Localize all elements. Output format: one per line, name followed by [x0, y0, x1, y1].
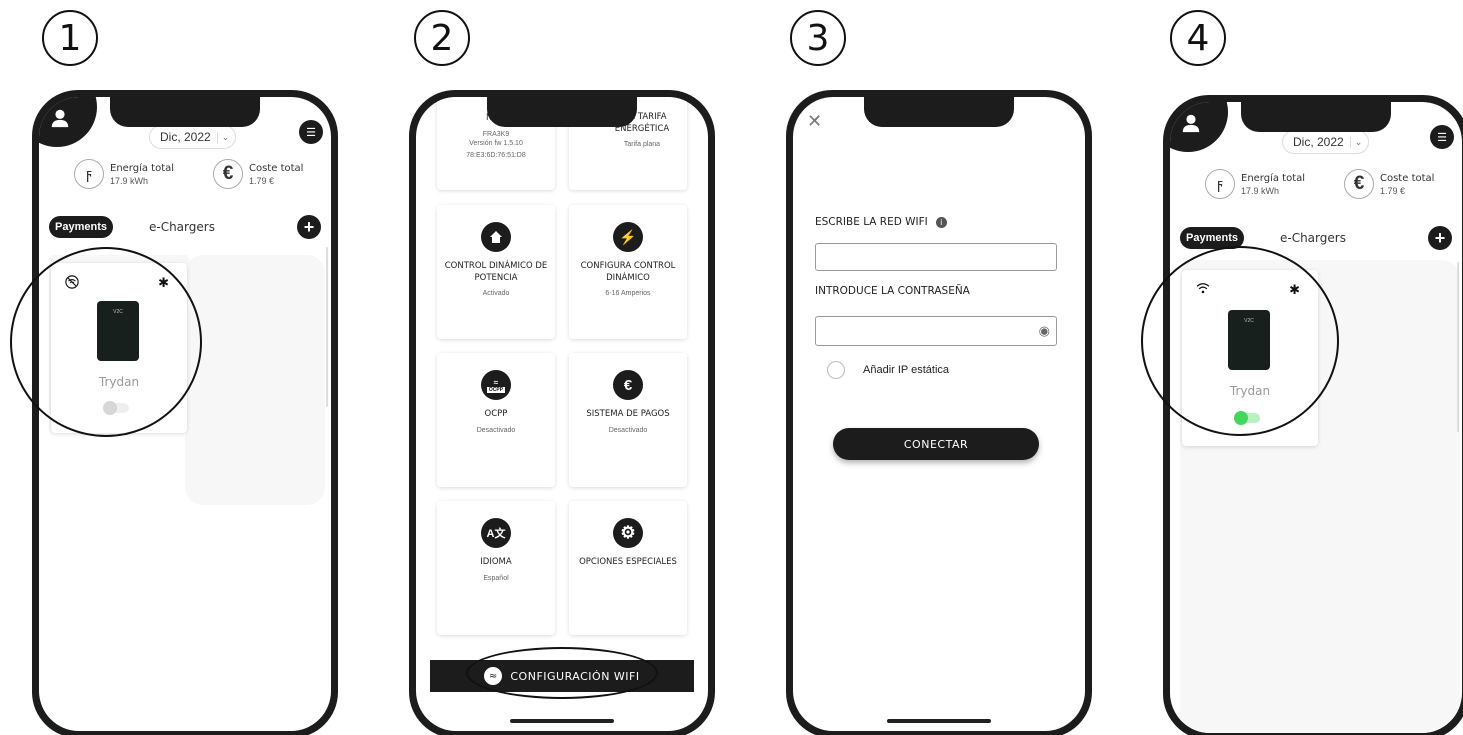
step-number-1: 1 — [42, 10, 98, 66]
scrollbar[interactable] — [1457, 262, 1459, 432]
home-indicator — [510, 719, 614, 723]
euro-icon: € — [213, 159, 243, 189]
tab-bar: Payments e-Chargers + — [49, 215, 321, 239]
tile-ocpp[interactable]: ≈ OCPP OCPP Desactivado — [437, 353, 555, 487]
settings-screen: NÚM FRA3K9 Versión fw 1.5.10 78:E3:6D:76… — [416, 97, 708, 731]
ocpp-icon: ≈ OCPP — [481, 370, 511, 400]
network-input[interactable] — [815, 243, 1057, 271]
euro-icon: € — [613, 370, 643, 400]
month-selector[interactable]: Dic, 2022 ⌄ — [149, 125, 237, 149]
tile-special-options[interactable]: ⚙ OPCIONES ESPECIALES — [569, 501, 687, 635]
network-label: ESCRIBE LA RED WIFI i — [815, 216, 947, 228]
close-icon[interactable]: ✕ — [807, 111, 822, 132]
tab-bar: Payments e-Chargers + — [1180, 226, 1452, 250]
cost-title: Coste total — [249, 162, 304, 174]
cost-value: 1.79 € — [1380, 185, 1406, 196]
network-label-text: ESCRIBE LA RED WIFI — [815, 216, 928, 228]
tile-special-options-title: OPCIONES ESPECIALES — [579, 557, 677, 567]
tile-power-control-sub: Activado — [482, 290, 510, 297]
password-label: INTRODUCE LA CONTRASEÑA — [815, 285, 970, 297]
ocpp-icon-text: OCPP — [486, 386, 506, 393]
phone-notch — [487, 97, 637, 127]
month-selector[interactable]: Dic, 2022 ⌄ — [1282, 130, 1370, 154]
cost-total: € Coste total 1.79 € — [1344, 169, 1434, 199]
static-ip-label: Añadir IP estática — [863, 364, 950, 376]
tile-power-control-title: CONTROL DINÁMICO DE POTENCIA — [444, 261, 548, 283]
step-number-4: 4 — [1170, 10, 1226, 66]
tile-payments[interactable]: € SISTEMA DE PAGOS Desactivado — [569, 353, 687, 487]
energy-total: ϝ Energía total 17.9 kWh — [1205, 169, 1305, 199]
filter-icon[interactable]: ☰ — [1430, 125, 1454, 149]
filter-icon[interactable]: ☰ — [299, 120, 323, 144]
language-icon: A文 — [481, 518, 511, 548]
energy-title: Energía total — [1241, 172, 1306, 184]
eye-icon[interactable]: ◉ — [1039, 323, 1050, 339]
tab-echargers[interactable]: e-Chargers — [1280, 231, 1346, 245]
tile-dynamic-config-title: CONFIGURA CONTROL DINÁMICO — [580, 261, 676, 283]
tab-echargers[interactable]: e-Chargers — [149, 220, 215, 234]
cost-value: 1.79 € — [249, 175, 275, 186]
tab-payments[interactable]: Payments — [49, 216, 113, 238]
user-icon[interactable] — [1180, 112, 1202, 134]
tile-language-sub: Español — [483, 574, 509, 582]
connect-button[interactable]: CONECTAR — [833, 428, 1039, 460]
tile-dynamic-config-sub: 6-16 Amperios — [605, 290, 651, 297]
highlight-oval-step-2 — [466, 647, 658, 699]
chargers-background — [185, 255, 325, 505]
settings-icon: ⚙ — [613, 518, 643, 548]
tile-tariff-sub: Tarifa plana — [623, 141, 661, 148]
phone-notch — [110, 97, 260, 127]
tile-language[interactable]: A文 IDIOMA Español — [437, 501, 555, 635]
cost-total: € Coste total 1.79 € — [213, 159, 303, 189]
bolt-icon: ⚡ — [613, 222, 643, 252]
chevron-down-icon: ⌄ — [1349, 136, 1362, 148]
phone-step-2: NÚM FRA3K9 Versión fw 1.5.10 78:E3:6D:76… — [409, 90, 715, 735]
month-label: Dic, 2022 — [1293, 135, 1344, 149]
device-serial: FRA3K9 — [482, 130, 510, 138]
tile-language-title: IDIOMA — [480, 557, 512, 567]
tile-payments-title: SISTEMA DE PAGOS — [586, 409, 670, 419]
energy-title: Energía total — [110, 162, 175, 174]
bolt-icon: ϝ — [74, 159, 104, 189]
device-firmware: Versión fw 1.5.10 — [469, 139, 523, 147]
home-indicator — [887, 719, 991, 723]
password-input[interactable]: ◉ — [815, 316, 1057, 346]
tile-payments-sub: Desactivado — [608, 426, 648, 434]
step-number-2: 2 — [414, 10, 470, 66]
device-mac: 78:E3:6D:76:51:D8 — [466, 151, 526, 159]
static-ip-option[interactable]: Añadir IP estática — [827, 361, 949, 379]
phone-notch — [1241, 102, 1391, 132]
cost-title: Coste total — [1380, 172, 1435, 184]
energy-value: 17.9 kWh — [1241, 185, 1280, 196]
month-label: Dic, 2022 — [160, 130, 211, 144]
energy-total: ϝ Energía total 17.9 kWh — [74, 159, 174, 189]
phone-notch — [864, 97, 1014, 127]
bolt-icon: ϝ — [1205, 169, 1235, 199]
phone-step-3: ✕ ESCRIBE LA RED WIFI i INTRODUCE LA CONT… — [786, 90, 1092, 735]
tile-ocpp-sub: Desactivado — [476, 426, 516, 434]
highlight-circle-step-1 — [10, 247, 202, 437]
scrollbar[interactable] — [326, 247, 328, 407]
tile-ocpp-title: OCPP — [484, 409, 508, 419]
tile-dynamic-config[interactable]: ⚡ CONFIGURA CONTROL DINÁMICO 6-16 Amperi… — [569, 205, 687, 339]
user-icon[interactable] — [49, 107, 71, 129]
step-number-3: 3 — [790, 10, 846, 66]
add-charger-button[interactable]: + — [1428, 226, 1452, 250]
energy-value: 17.9 kWh — [110, 175, 149, 186]
euro-icon: € — [1344, 169, 1374, 199]
wifi-form-screen: ✕ ESCRIBE LA RED WIFI i INTRODUCE LA CONT… — [793, 97, 1085, 731]
info-icon[interactable]: i — [935, 217, 947, 228]
chevron-down-icon: ⌄ — [216, 131, 229, 143]
tile-power-control[interactable]: CONTROL DINÁMICO DE POTENCIA Activado — [437, 205, 555, 339]
highlight-circle-step-4 — [1141, 246, 1339, 436]
home-icon — [481, 222, 511, 252]
add-charger-button[interactable]: + — [297, 215, 321, 239]
static-ip-radio[interactable] — [827, 361, 845, 379]
